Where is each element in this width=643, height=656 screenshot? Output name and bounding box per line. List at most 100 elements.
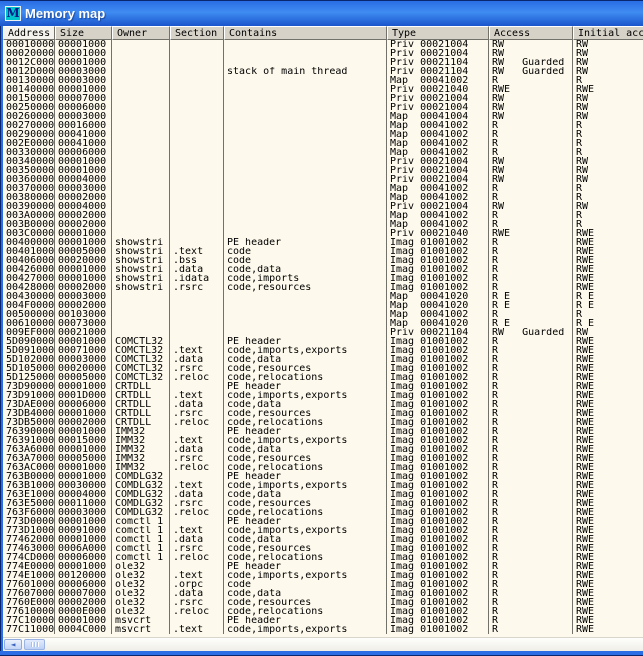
cell-owner (112, 121, 170, 130)
table-row[interactable]: 77C1000000001000msvcrtPE headerImag 0100… (3, 616, 643, 625)
table-row[interactable]: 0040600000020000showstri.bsscodeImag 010… (3, 256, 643, 265)
titlebar[interactable]: M Memory map (0, 0, 643, 26)
table-row[interactable]: 7760E00000002000ole32.rsrccode,resources… (3, 598, 643, 607)
table-row[interactable]: 0037000000003000Map 00041002RR (3, 184, 643, 193)
table-row[interactable]: 73DB400000001000CRTDLL.rsrccode,resource… (3, 409, 643, 418)
table-row[interactable]: 0035000000001000Priv 00021004RWRW (3, 166, 643, 175)
table-row[interactable]: 763AC00000001000IMM32.reloccode,relocati… (3, 463, 643, 472)
table-row[interactable]: 5D09100000071000COMCTL32.textcode,import… (3, 346, 643, 355)
table-row[interactable]: 0039000000004000Priv 00021004RWRW (3, 202, 643, 211)
table-row[interactable]: 73DB500000002000CRTDLL.reloccode,relocat… (3, 418, 643, 427)
table-row[interactable]: 7639000000001000IMM32PE headerImag 01001… (3, 427, 643, 436)
table-row[interactable]: 0061000000073000Map 00041020R ER E (3, 319, 643, 328)
scroll-left-button[interactable]: ◄ (4, 639, 22, 650)
table-row[interactable]: 5D09000000001000COMCTL32PE headerImag 01… (3, 337, 643, 346)
table-row[interactable]: 5D10500000020000COMCTL32.rsrccode,resour… (3, 364, 643, 373)
cell-address: 77C10000 (3, 616, 55, 625)
cell-initial-access: RW (573, 175, 643, 184)
table-row[interactable]: 0038000000002000Map 00041002RR (3, 193, 643, 202)
table-row[interactable]: 0029000000041000Map 00041002RR (3, 130, 643, 139)
table-row[interactable]: 0043000000003000Map 00041020R ER E (3, 292, 643, 301)
scrollbar-thumb[interactable] (24, 639, 45, 650)
table-row[interactable]: 0001000000001000Priv 00021004RWRW (3, 40, 643, 49)
table-row[interactable]: 0026000000003000Map 00041004RWRW (3, 112, 643, 121)
table-row[interactable]: 774CD00000006000comctl_1.reloccode,reloc… (3, 553, 643, 562)
column-header-section[interactable]: Section (170, 26, 224, 40)
table-row[interactable]: 5D12500000005000COMCTL32.reloccode,reloc… (3, 373, 643, 382)
cell-type: Map 00041002 (387, 148, 489, 157)
cell-owner (112, 130, 170, 139)
table-row[interactable]: 0042700000001000showstri.idatacode,impor… (3, 274, 643, 283)
table-row[interactable]: 7760100000006000ole32.orpccodeImag 01001… (3, 580, 643, 589)
table-row[interactable]: 763B100000030000COMDLG32.textcode,import… (3, 481, 643, 490)
cell-address: 76390000 (3, 427, 55, 436)
table-row[interactable]: 773D100000091000comctl_1.textcode,import… (3, 526, 643, 535)
table-row[interactable]: 7746200000001000comctl_1.datacode,dataIm… (3, 535, 643, 544)
table-row[interactable]: 0002000000001000Priv 00021004RWRW (3, 49, 643, 58)
table-row[interactable]: 5D10200000003000COMCTL32.datacode,dataIm… (3, 355, 643, 364)
table-row[interactable]: 003C000000001000Priv 00021040RWERWE (3, 229, 643, 238)
table-row[interactable]: 7760700000007000ole32.datacode,dataImag … (3, 589, 643, 598)
cell-address: 774E1000 (3, 571, 55, 580)
table-row[interactable]: 0013000000003000Map 00041002RR (3, 76, 643, 85)
table-row[interactable]: 0012D00000003000stack of main threadPriv… (3, 67, 643, 76)
table-row[interactable]: 77C110000004C000msvcrt.textcode,imports,… (3, 625, 643, 634)
table-row[interactable]: 0015000000007000Priv 00021004RWRW (3, 94, 643, 103)
table-row[interactable]: 73D9000000001000CRTDLLPE headerImag 0100… (3, 382, 643, 391)
column-header-owner[interactable]: Owner (112, 26, 170, 40)
table-row[interactable]: 0027000000016000Map 00041002RR (3, 121, 643, 130)
cell-address: 5D090000 (3, 337, 55, 346)
horizontal-scrollbar[interactable]: ◄ (3, 637, 643, 651)
cell-initial-access: RWE (573, 256, 643, 265)
table-row[interactable]: 0012C00000001000Priv 00021104RW GuardedR… (3, 58, 643, 67)
table-row[interactable]: 763E100000004000COMDLG32.datacode,dataIm… (3, 490, 643, 499)
cell-access: R (489, 400, 573, 409)
table-row[interactable]: 0040100000005000showstri.textcodeImag 01… (3, 247, 643, 256)
cell-type: Priv 00021104 (387, 58, 489, 67)
table-row[interactable]: 774E000000001000ole32PE headerImag 01001… (3, 562, 643, 571)
table-row[interactable]: 0036000000004000Priv 00021004RWRW (3, 175, 643, 184)
table-row[interactable]: 0040000000001000showstriPE headerImag 01… (3, 238, 643, 247)
cell-initial-access: RWE (573, 337, 643, 346)
column-header-address[interactable]: Address (3, 26, 55, 40)
table-row[interactable]: 003B000000002000Map 00041002RR (3, 220, 643, 229)
cell-address: 73D90000 (3, 382, 55, 391)
memory-map-window-icon[interactable]: M (5, 6, 21, 21)
table-row[interactable]: 774E100000120000ole32.textcode,imports,e… (3, 571, 643, 580)
table-row[interactable]: 0025000000006000Priv 00021004RWRW (3, 103, 643, 112)
table-row[interactable]: 0034000000001000Priv 00021004RWRW (3, 157, 643, 166)
table-row[interactable]: 776100000000E000ole32.reloccode,relocati… (3, 607, 643, 616)
cell-section (170, 211, 224, 220)
cell-contains: PE header (224, 427, 387, 436)
table-row[interactable]: 73D910000001D000CRTDLL.textcode,imports,… (3, 391, 643, 400)
table-row[interactable]: 0042800000002000showstri.rsrccode,resour… (3, 283, 643, 292)
table-row[interactable]: 763A600000001000IMM32.datacode,dataImag … (3, 445, 643, 454)
table-row[interactable]: 009EF00000021000Priv 00021104RW GuardedR… (3, 328, 643, 337)
table-row[interactable]: 0014000000001000Priv 00021040RWERWE (3, 85, 643, 94)
table-row[interactable]: 0033000000006000Map 00041002RR (3, 148, 643, 157)
column-header-contains[interactable]: Contains (224, 26, 387, 40)
cell-access: R (489, 256, 573, 265)
table-row[interactable]: 7639100000015000IMM32.textcode,imports,e… (3, 436, 643, 445)
table-row[interactable]: 763B000000001000COMDLG32PE headerImag 01… (3, 472, 643, 481)
cell-address: 774CD000 (3, 553, 55, 562)
table-row[interactable]: 774630000006A000comctl_1.rsrccode,resour… (3, 544, 643, 553)
column-header-size[interactable]: Size (55, 26, 112, 40)
table-row[interactable]: 003A000000002000Map 00041002RR (3, 211, 643, 220)
table-row[interactable]: 773D000000001000comctl_1PE headerImag 01… (3, 517, 643, 526)
column-header-initial-access[interactable]: Initial acc (573, 26, 643, 40)
table-row[interactable]: 763A700000005000IMM32.rsrccode,resources… (3, 454, 643, 463)
table-row[interactable]: 0050000000103000Map 00041002RR (3, 310, 643, 319)
cell-owner (112, 211, 170, 220)
column-header-access[interactable]: Access (489, 26, 573, 40)
table-row[interactable]: 002E000000041000Map 00041002RR (3, 139, 643, 148)
table-row[interactable]: 73DAE00000006000CRTDLL.datacode,dataImag… (3, 400, 643, 409)
column-header-type[interactable]: Type (387, 26, 489, 40)
table-row[interactable]: 0042600000001000showstri.datacode,dataIm… (3, 265, 643, 274)
cell-initial-access: R E (573, 292, 643, 301)
cell-size: 00120000 (55, 571, 112, 580)
table-row[interactable]: 763F600000003000COMDLG32.reloccode,reloc… (3, 508, 643, 517)
table-row[interactable]: 763E500000011000COMDLG32.rsrccode,resour… (3, 499, 643, 508)
table-row[interactable]: 004F000000002000Map 00041020R ER E (3, 301, 643, 310)
cell-access: R (489, 526, 573, 535)
